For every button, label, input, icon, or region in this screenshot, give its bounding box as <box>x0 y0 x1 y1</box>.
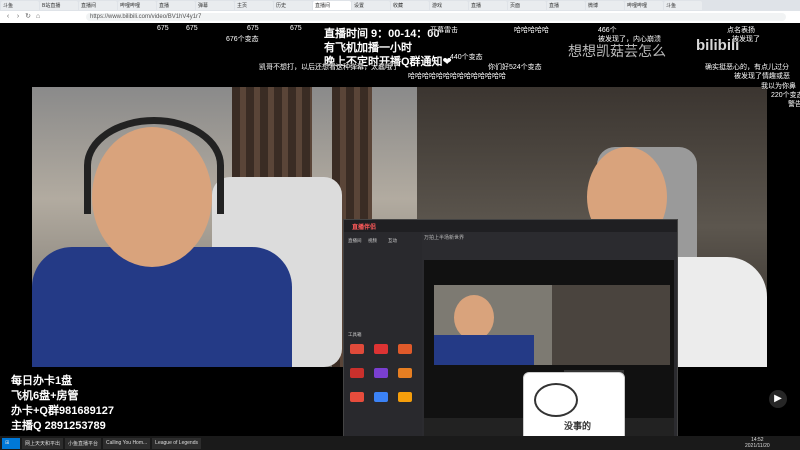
browser-tab[interactable]: 哔哩哔哩 <box>625 1 663 10</box>
browser-tab[interactable]: 微博 <box>586 1 624 10</box>
sw-tool-icon[interactable] <box>374 368 388 378</box>
sw-tool-icon[interactable] <box>350 344 364 354</box>
danmaku-comment: 被发现了，内心崩溃 <box>598 36 661 43</box>
browser-tab[interactable]: 直播间 <box>313 1 351 10</box>
danmaku-comment: 675 <box>186 25 198 32</box>
browser-tab[interactable]: B站直播 <box>40 1 78 10</box>
danmaku-comment: 440个变态 <box>450 54 483 61</box>
danmaku-comment: 凯哥不想打，以后还想看这种弹幕，太蠢哦了 <box>259 64 399 71</box>
danmaku-comment: 675 <box>247 25 259 32</box>
browser-tab[interactable]: 直播 <box>469 1 507 10</box>
play-icon[interactable]: ▶ <box>769 390 787 408</box>
sw-tool-icon[interactable] <box>350 368 364 378</box>
stream-info-box: 每日办卡1盘 飞机6盘+房管 办卡+Q群981689127 主播Q 289125… <box>11 374 114 434</box>
home-icon[interactable]: ⌂ <box>34 13 42 21</box>
sw-titlebar: 直播伴侣 <box>344 220 677 232</box>
danmaku-comment: 被发现了情趣或恶 <box>734 73 790 80</box>
browser-tab[interactable]: 页面 <box>508 1 546 10</box>
browser-tab[interactable]: 设置 <box>352 1 390 10</box>
browser-tab[interactable]: 弹幕 <box>196 1 234 10</box>
back-icon[interactable]: ‹ <box>4 13 12 21</box>
sw-menu-item[interactable]: 视频 <box>368 238 377 244</box>
taskbar-item[interactable]: Calling You Hom... <box>103 437 151 449</box>
sw-tabbar[interactable]: 万拍上半场新世界 <box>424 234 674 244</box>
browser-tab-strip: 斗鱼 B站直播 直播间 哔哩哔哩 直播 弹幕 主页 历史 直播间 设置 收藏 游戏 直播 页面 直播 微博 哔哩… <box>0 0 800 11</box>
browser-tab[interactable]: 直播 <box>157 1 195 10</box>
browser-tab[interactable]: 收藏 <box>391 1 429 10</box>
browser-tab[interactable]: 斗鱼 <box>664 1 702 10</box>
sw-tool-icon[interactable] <box>374 392 388 402</box>
danmaku-comment: 我以为你鼻 <box>761 83 796 90</box>
info-line: 办卡+Q群981689127 <box>11 405 115 417</box>
info-line: 主播Q 2891253789 <box>11 420 106 432</box>
info-line: 每日办卡1盘 <box>11 375 73 387</box>
browser-tab[interactable]: 直播 <box>547 1 585 10</box>
info-line: 飞机6盘+房管 <box>11 390 79 402</box>
clock-date: 2021/11/20 <box>745 443 770 449</box>
danmaku-comment: 开幕雷击 <box>430 27 458 34</box>
sw-tool-icon[interactable] <box>350 392 364 402</box>
cat-sticker: 没事的 <box>523 372 625 446</box>
danmaku-comment: 675 <box>290 25 302 32</box>
browser-tab[interactable]: 游戏 <box>430 1 468 10</box>
streaming-software-window[interactable]: 直播伴侣 直播间 视频 互动 工具箱 万拍上半场新世界 <box>343 219 678 442</box>
sw-tool-icon[interactable] <box>398 344 412 354</box>
schedule-line: 有飞机加播一小时 <box>324 42 412 54</box>
browser-tab[interactable]: 斗鱼 <box>1 1 39 10</box>
cat-sticker-text: 没事的 <box>564 421 592 431</box>
sw-tool-icon[interactable] <box>398 368 412 378</box>
danmaku-comment: 675 <box>157 25 169 32</box>
sw-sidebar: 直播间 视频 互动 工具箱 <box>344 232 422 441</box>
danmaku-comment: 676个变态 <box>226 36 259 43</box>
sw-tool-icon[interactable] <box>374 344 388 354</box>
taskbar-item[interactable]: League of Legends <box>152 437 201 449</box>
sw-menu-item[interactable]: 工具箱 <box>348 332 362 338</box>
forward-icon[interactable]: › <box>14 13 22 21</box>
sw-tool-icon[interactable] <box>398 392 412 402</box>
browser-tab[interactable]: 哔哩哔哩 <box>118 1 156 10</box>
browser-tab[interactable]: 历史 <box>274 1 312 10</box>
sw-menu-item[interactable]: 直播间 <box>348 238 362 244</box>
danmaku-comment: 哈哈哈哈哈哈哈哈哈哈哈哈哈哈 <box>408 73 506 80</box>
taskbar-item[interactable]: 网上天天和平出 <box>22 437 64 449</box>
danmaku-comment: 哈哈哈哈哈 <box>514 27 549 34</box>
url-field[interactable]: https://www.bilibili.com/video/BV1hV4y1r… <box>86 13 786 21</box>
danmaku-comment: 被发现了 <box>732 36 760 43</box>
streamer-watermark: 想想凯菇芸怎么 <box>568 43 666 59</box>
danmaku-comment: 警告 <box>788 101 800 108</box>
start-icon[interactable]: ⊞ <box>2 437 20 449</box>
browser-tab[interactable]: 直播间 <box>79 1 117 10</box>
windows-taskbar: ⊞ 网上天天和平出 小鱼直播平台 Calling You Hom... Leag… <box>0 436 800 450</box>
browser-tab[interactable]: 主页 <box>235 1 273 10</box>
reload-icon[interactable]: ↻ <box>24 13 32 21</box>
taskbar-clock[interactable]: 14:52 2021/11/20 <box>745 437 770 449</box>
sw-menu-item[interactable]: 互动 <box>388 238 397 244</box>
taskbar-item[interactable]: 小鱼直播平台 <box>65 437 102 449</box>
sw-brand: 直播伴侣 <box>352 225 377 231</box>
